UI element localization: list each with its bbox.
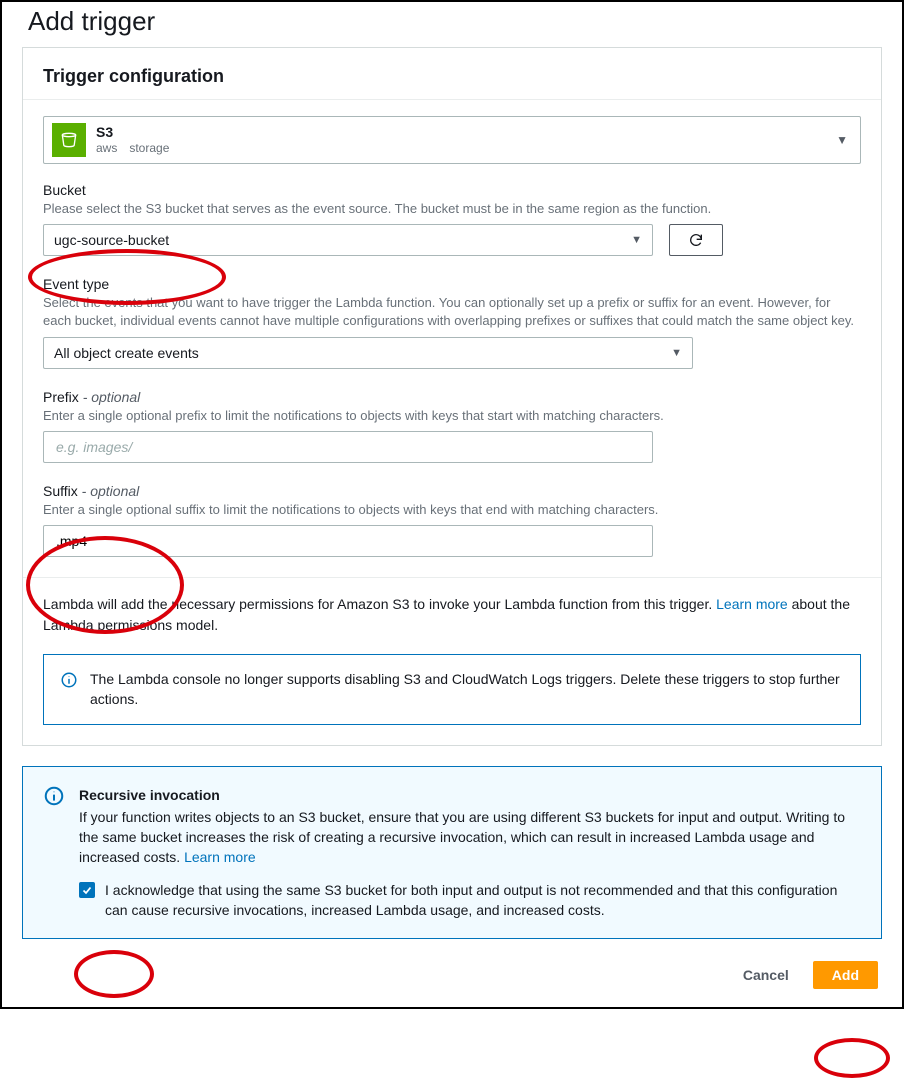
cancel-button[interactable]: Cancel [735,961,797,989]
permissions-text: Lambda will add the necessary permission… [43,594,861,636]
trigger-source-select[interactable]: S3 awsstorage ▼ [43,116,861,164]
learn-more-link[interactable]: Learn more [184,849,256,865]
modal-add-trigger: Add trigger Trigger configuration S3 aws… [0,0,904,1009]
event-type-label: Event type [43,276,861,292]
info-alert-text: The Lambda console no longer supports di… [90,669,844,710]
annotation-ellipse [814,1038,890,1078]
prefix-label: Prefix - optional [43,389,861,405]
info-icon [43,785,65,807]
suffix-desc: Enter a single optional suffix to limit … [43,501,861,519]
event-type-field: Event type Select the events that you wa… [43,276,861,368]
acknowledge-checkbox[interactable] [79,882,95,898]
suffix-field: Suffix - optional Enter a single optiona… [43,483,861,557]
footer: Cancel Add [2,949,902,1007]
source-tags: awsstorage [96,141,181,156]
acknowledge-text: I acknowledge that using the same S3 buc… [105,880,861,921]
panel-heading: Trigger configuration [23,48,881,100]
suffix-input[interactable] [54,532,642,550]
s3-bucket-icon [52,123,86,157]
bucket-field: Bucket Please select the S3 bucket that … [43,182,861,256]
prefix-field: Prefix - optional Enter a single optiona… [43,389,861,463]
trigger-config-panel: Trigger configuration S3 awsstorage ▼ [22,47,882,746]
page-title: Add trigger [2,2,902,47]
prefix-desc: Enter a single optional prefix to limit … [43,407,861,425]
caret-down-icon: ▼ [836,133,848,147]
suffix-label: Suffix - optional [43,483,861,499]
prefix-input[interactable] [54,438,642,456]
bucket-select-value: ugc-source-bucket [54,232,169,248]
bucket-select[interactable]: ugc-source-bucket ▼ [43,224,653,256]
recursive-title: Recursive invocation [79,785,861,805]
source-title: S3 [96,124,181,142]
recursive-body: If your function writes objects to an S3… [79,807,861,868]
event-type-value: All object create events [54,345,199,361]
event-type-select[interactable]: All object create events ▼ [43,337,693,369]
info-alert: The Lambda console no longer supports di… [43,654,861,725]
add-button[interactable]: Add [813,961,878,989]
suffix-input-wrap [43,525,653,557]
refresh-icon [688,232,704,248]
divider [23,577,881,578]
bucket-desc: Please select the S3 bucket that serves … [43,200,861,218]
prefix-input-wrap [43,431,653,463]
refresh-button[interactable] [669,224,723,256]
event-type-desc: Select the events that you want to have … [43,294,861,330]
caret-down-icon: ▼ [671,347,682,359]
bucket-label: Bucket [43,182,861,198]
learn-more-link[interactable]: Learn more [716,596,788,612]
recursive-invocation-panel: Recursive invocation If your function wr… [22,766,882,940]
info-icon [60,671,78,689]
caret-down-icon: ▼ [631,234,642,246]
check-icon [81,884,93,896]
